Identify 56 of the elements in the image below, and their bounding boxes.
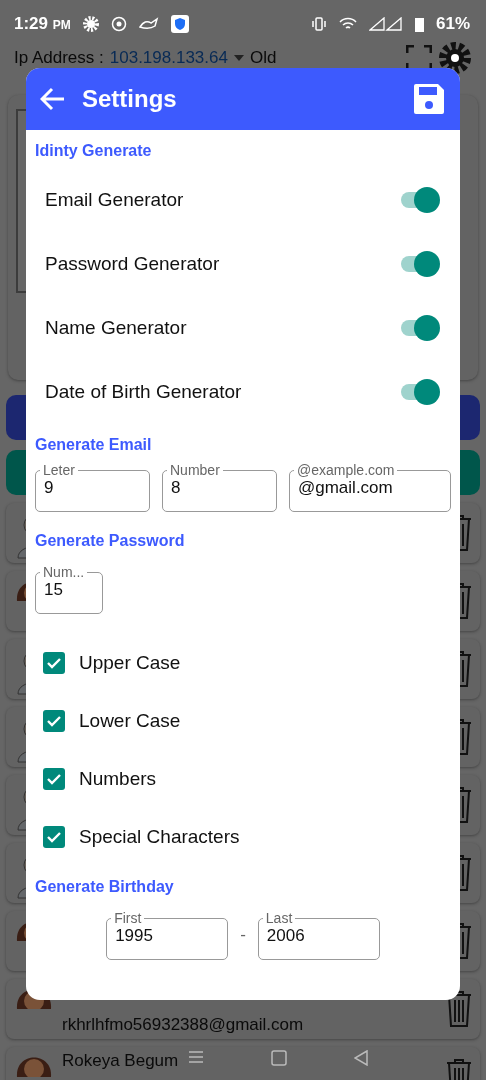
shield-app-icon [170, 15, 189, 33]
contact-email: rkhrlhfmo56932388@gmail.com [62, 1015, 304, 1035]
toggle-label: Email Generator [45, 189, 185, 211]
home-icon[interactable] [271, 1050, 287, 1066]
checkmark-icon [46, 713, 62, 729]
dialog-title: Settings [82, 85, 178, 113]
checkmark-icon [46, 829, 62, 845]
field-label: Num... [42, 564, 86, 580]
back-arrow-icon[interactable] [40, 87, 66, 111]
mode-label: Old [249, 48, 277, 68]
save-icon[interactable] [412, 82, 446, 116]
checkbox[interactable] [43, 768, 65, 790]
dropdown-caret-icon[interactable] [233, 55, 244, 61]
toggle-label: Date of Birth Generator [45, 381, 243, 403]
section-title: Idinty Generate [35, 142, 153, 160]
signal-icon [368, 17, 403, 31]
section-title: Generate Birthday [35, 878, 175, 896]
checkbox-label: Special Characters [79, 826, 240, 848]
record-icon [110, 16, 127, 32]
menu-icon[interactable] [188, 1050, 204, 1064]
section-title: Generate Password [35, 532, 186, 550]
back-icon[interactable] [354, 1050, 368, 1066]
input-field[interactable]: @example.com @gmail.com [289, 462, 451, 512]
checkbox[interactable] [43, 652, 65, 674]
battery-percent: 61% [435, 14, 470, 34]
section-title: Generate Email [35, 436, 153, 454]
contact-name: Rokeya Begum [62, 1051, 179, 1071]
checkbox[interactable] [43, 710, 65, 732]
clock-time: 1:29 PM [14, 14, 71, 34]
input-field[interactable]: Number 8 [162, 462, 277, 512]
checkmark-icon [46, 771, 62, 787]
trash-icon[interactable] [446, 990, 472, 1028]
field-label: @example.com [296, 462, 396, 478]
toggle-label: Name Generator [45, 317, 188, 339]
wifi-icon [338, 17, 357, 31]
field-label: Number [169, 462, 221, 478]
field-label: Leter [42, 462, 76, 478]
input-field[interactable]: Leter 9 [35, 462, 150, 512]
settings-icon [82, 16, 99, 32]
input-field[interactable]: Num... 15 [35, 564, 103, 614]
fullscreen-icon[interactable] [406, 45, 432, 71]
checkbox-label: Upper Case [79, 652, 181, 674]
vibrate-icon [310, 17, 327, 31]
field-label: First [113, 910, 143, 926]
settings-icon[interactable] [438, 41, 472, 75]
battery-icon [414, 16, 424, 32]
checkmark-icon [46, 655, 62, 671]
range-separator: - [240, 925, 246, 945]
checkbox-label: Lower Case [79, 710, 181, 732]
input-field[interactable]: First 1995 [106, 910, 229, 960]
ip-label: Ip Address : [14, 48, 104, 68]
field-label: Last [264, 910, 294, 926]
checkbox[interactable] [43, 826, 65, 848]
checkbox-label: Numbers [79, 768, 157, 790]
toggle-label: Password Generator [45, 253, 221, 275]
input-field[interactable]: Last 2006 [257, 910, 380, 960]
